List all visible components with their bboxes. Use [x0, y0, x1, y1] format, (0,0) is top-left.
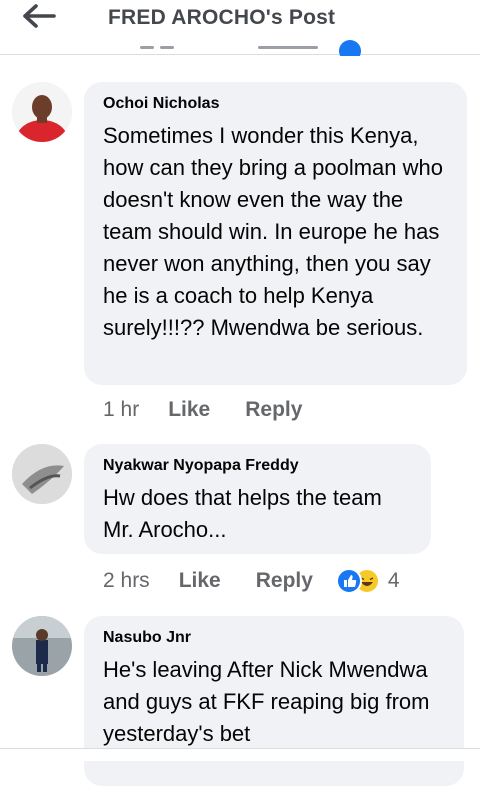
- back-arrow-icon[interactable]: [18, 2, 58, 30]
- like-icon: [335, 568, 362, 594]
- top-bar: FRED AROCHO's Post: [0, 0, 480, 56]
- comment-text: He's leaving After Nick Mwendwa and guys…: [103, 657, 430, 746]
- like-button[interactable]: Like: [168, 398, 210, 422]
- bottom-divider: [0, 748, 480, 761]
- comment-text: Hw does that helps the team Mr. Arocho..…: [103, 485, 382, 542]
- comment-text: Sometimes I wonder this Kenya, how can t…: [103, 123, 443, 340]
- previous-comment-meta: [0, 38, 480, 56]
- avatar[interactable]: [12, 616, 72, 676]
- comment-actions: 1 hr Like Reply: [103, 396, 337, 424]
- reply-button[interactable]: Reply: [256, 569, 313, 593]
- reaction-count: 4: [387, 569, 400, 592]
- reply-button[interactable]: Reply: [245, 398, 302, 422]
- page-title: FRED AROCHO's Post: [108, 6, 336, 29]
- comment-time[interactable]: 2 hrs: [103, 569, 150, 593]
- avatar[interactable]: [12, 444, 72, 504]
- comment-bubble[interactable]: Nyakwar Nyopapa Freddy Hw does that help…: [84, 444, 431, 554]
- reactions-summary[interactable]: 4: [335, 568, 400, 594]
- comment-author[interactable]: Nyakwar Nyopapa Freddy: [103, 457, 417, 475]
- comment-author[interactable]: Ochoi Nicholas: [103, 95, 453, 113]
- comment-author[interactable]: Nasubo Jnr: [103, 629, 450, 647]
- avatar[interactable]: [12, 82, 72, 142]
- comment-bubble[interactable]: Ochoi Nicholas Sometimes I wonder this K…: [84, 82, 467, 385]
- comment-actions: 2 hrs Like Reply 4: [103, 567, 400, 595]
- like-button[interactable]: Like: [179, 569, 221, 593]
- comment-time[interactable]: 1 hr: [103, 398, 139, 422]
